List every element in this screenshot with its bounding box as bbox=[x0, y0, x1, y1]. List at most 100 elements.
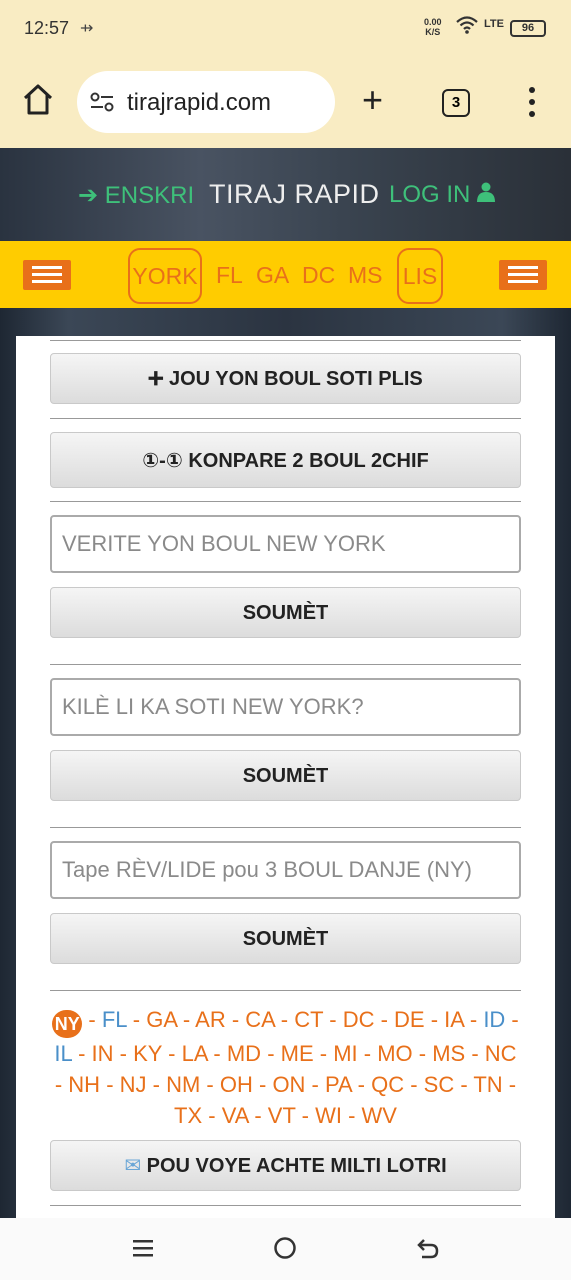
home-icon[interactable] bbox=[20, 82, 56, 118]
back-icon[interactable] bbox=[416, 1236, 440, 1265]
state-link-in[interactable]: IN bbox=[92, 1041, 114, 1066]
separator: - bbox=[146, 1072, 167, 1097]
divider bbox=[50, 418, 521, 419]
separator: - bbox=[424, 1007, 445, 1032]
state-link-ca[interactable]: CA bbox=[245, 1007, 274, 1032]
state-link-md[interactable]: MD bbox=[227, 1041, 261, 1066]
separator: - bbox=[207, 1041, 227, 1066]
state-link-ia[interactable]: IA bbox=[444, 1007, 464, 1032]
current-state-badge[interactable]: NY bbox=[52, 1010, 83, 1038]
separator: - bbox=[357, 1041, 378, 1066]
site-header: ➔︎ ENSKRI TIRAJ RAPID LOG IN bbox=[0, 148, 571, 241]
separator: - bbox=[341, 1103, 362, 1128]
separator: - bbox=[454, 1072, 474, 1097]
state-link-de[interactable]: DE bbox=[394, 1007, 425, 1032]
signup-link[interactable]: ➔︎ ENSKRI bbox=[78, 181, 194, 210]
status-bar: 12:57 ⇸ 0.00 K/S LTE 96 bbox=[0, 0, 571, 58]
buy-multi-lottery-button[interactable]: ✉︎ POU VOYE ACHTE MILTI LOTRI bbox=[50, 1140, 521, 1191]
browser-toolbar: tirajrapid.com + 3 bbox=[0, 58, 571, 148]
nav-item-ms[interactable]: MS bbox=[348, 262, 383, 289]
nav-item-ga[interactable]: GA bbox=[256, 262, 289, 289]
more-options-icon[interactable] bbox=[522, 84, 542, 120]
separator: - bbox=[412, 1041, 433, 1066]
tab-switcher-button[interactable]: 3 bbox=[442, 89, 470, 117]
state-link-qc[interactable]: QC bbox=[371, 1072, 404, 1097]
verify-number-input[interactable] bbox=[50, 515, 521, 573]
state-link-mi[interactable]: MI bbox=[333, 1041, 357, 1066]
network-type: LTE bbox=[484, 18, 504, 30]
divider bbox=[50, 990, 521, 991]
dream-input[interactable] bbox=[50, 841, 521, 899]
nav-item-lis[interactable]: LIS bbox=[397, 248, 443, 304]
submit-draw-time-button[interactable]: SOUMÈT bbox=[50, 750, 521, 801]
state-link-il[interactable]: IL bbox=[54, 1041, 72, 1066]
separator: - bbox=[126, 1007, 147, 1032]
separator: - bbox=[305, 1072, 325, 1097]
state-link-me[interactable]: ME bbox=[281, 1041, 314, 1066]
state-link-pa[interactable]: PA bbox=[325, 1072, 352, 1097]
user-icon bbox=[477, 181, 496, 208]
separator: - bbox=[374, 1007, 395, 1032]
home-button-icon[interactable] bbox=[273, 1236, 297, 1265]
new-tab-icon[interactable]: + bbox=[362, 80, 383, 120]
state-link-ct[interactable]: CT bbox=[294, 1007, 323, 1032]
separator: - bbox=[463, 1007, 484, 1032]
right-menu-icon[interactable] bbox=[499, 260, 547, 290]
add-number-button[interactable]: ➕︎ JOU YON BOUL SOTI PLIS bbox=[50, 353, 521, 404]
state-link-nh[interactable]: NH bbox=[68, 1072, 100, 1097]
separator: - bbox=[351, 1072, 372, 1097]
separator: - bbox=[225, 1007, 246, 1032]
state-link-ms[interactable]: MS bbox=[432, 1041, 465, 1066]
state-link-ga[interactable]: GA bbox=[146, 1007, 177, 1032]
left-menu-icon[interactable] bbox=[23, 260, 71, 290]
state-link-vt[interactable]: VT bbox=[268, 1103, 296, 1128]
bolt-icon: ⇸ bbox=[80, 20, 94, 37]
separator: - bbox=[100, 1072, 120, 1097]
state-link-va[interactable]: VA bbox=[222, 1103, 249, 1128]
state-link-sc[interactable]: SC bbox=[424, 1072, 455, 1097]
state-link-nc[interactable]: NC bbox=[485, 1041, 517, 1066]
state-link-nm[interactable]: NM bbox=[166, 1072, 200, 1097]
login-link[interactable]: LOG IN bbox=[389, 181, 496, 209]
system-nav-bar bbox=[0, 1218, 571, 1280]
submit-dream-button[interactable]: SOUMÈT bbox=[50, 913, 521, 964]
compare-button[interactable]: ①-① KONPARE 2 BOUL 2CHIF bbox=[50, 432, 521, 488]
state-link-ky[interactable]: KY bbox=[133, 1041, 162, 1066]
separator: - bbox=[295, 1103, 316, 1128]
state-link-mo[interactable]: MO bbox=[377, 1041, 412, 1066]
separator: - bbox=[323, 1007, 343, 1032]
nav-item-fl[interactable]: FL bbox=[216, 262, 243, 289]
separator: - bbox=[261, 1041, 281, 1066]
state-link-tn[interactable]: TN bbox=[473, 1072, 502, 1097]
site-title: TIRAJ RAPID bbox=[209, 179, 380, 209]
state-link-on[interactable]: ON bbox=[272, 1072, 305, 1097]
state-nav: YORK FL GA DC MS LIS bbox=[0, 241, 571, 308]
separator: - bbox=[54, 1072, 69, 1097]
state-link-oh[interactable]: OH bbox=[220, 1072, 253, 1097]
separator: - bbox=[71, 1041, 92, 1066]
nav-item-york[interactable]: YORK bbox=[128, 248, 202, 304]
state-link-fl[interactable]: FL bbox=[102, 1007, 127, 1032]
state-link-dc[interactable]: DC bbox=[343, 1007, 375, 1032]
recent-apps-icon[interactable] bbox=[132, 1238, 154, 1263]
state-link-id[interactable]: ID bbox=[483, 1007, 505, 1032]
url-text[interactable]: tirajrapid.com bbox=[127, 89, 271, 117]
state-link-nj[interactable]: NJ bbox=[120, 1072, 147, 1097]
sign-in-icon: ➔︎ bbox=[78, 182, 99, 209]
separator: - bbox=[465, 1041, 485, 1066]
state-links: NY - FL - GA - AR - CA - CT - DC - DE - … bbox=[50, 1004, 521, 1131]
state-link-tx[interactable]: TX bbox=[174, 1103, 202, 1128]
net-speed: 0.00 K/S bbox=[424, 17, 442, 37]
separator: - bbox=[252, 1072, 273, 1097]
separator: - bbox=[200, 1072, 220, 1097]
address-bar[interactable]: tirajrapid.com bbox=[77, 71, 335, 133]
draw-time-input[interactable] bbox=[50, 678, 521, 736]
separator: - bbox=[404, 1072, 424, 1097]
state-link-wv[interactable]: WV bbox=[362, 1103, 397, 1128]
state-link-ar[interactable]: AR bbox=[195, 1007, 226, 1032]
state-link-la[interactable]: LA bbox=[182, 1041, 208, 1066]
state-link-wi[interactable]: WI bbox=[315, 1103, 342, 1128]
nav-item-dc[interactable]: DC bbox=[302, 262, 335, 289]
submit-verify-button[interactable]: SOUMÈT bbox=[50, 587, 521, 638]
site-settings-icon[interactable] bbox=[89, 91, 115, 113]
